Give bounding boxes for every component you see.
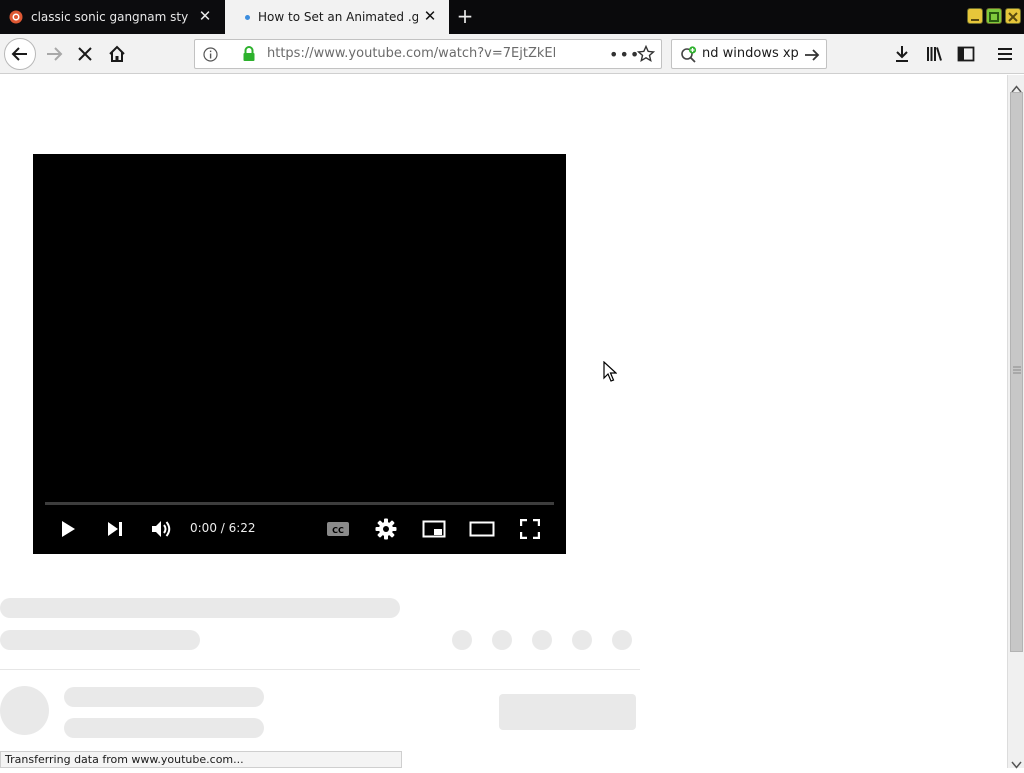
library-button[interactable] — [918, 38, 950, 70]
forward-button[interactable] — [38, 38, 70, 70]
miniplayer-icon — [422, 520, 446, 538]
tab-1-title: classic sonic gangnam style — [31, 10, 189, 24]
minimize-icon[interactable] — [967, 8, 983, 24]
page-content: 0:00 / 6:22 CC — [0, 75, 1007, 768]
url-bar[interactable]: https://www.youtube.com/watch?v=7EjtZkEl… — [194, 39, 662, 69]
search-input[interactable]: nd windows xp — [702, 46, 799, 61]
settings-button[interactable] — [372, 516, 400, 542]
cc-icon: CC — [327, 522, 349, 536]
skip-next-icon — [108, 522, 122, 536]
avatar-placeholder — [0, 686, 49, 735]
tab-1-close-icon[interactable]: ✕ — [198, 9, 212, 24]
captions-button[interactable]: CC — [324, 516, 352, 542]
duckduckgo-favicon-icon — [9, 10, 23, 24]
tab-2-title: How to Set an Animated .gif — [258, 10, 418, 24]
vertical-scrollbar[interactable] — [1007, 75, 1024, 769]
video-progress-bar[interactable] — [45, 502, 554, 505]
play-button[interactable] — [54, 516, 82, 542]
navigation-toolbar: https://www.youtube.com/watch?v=7EjtZkEl… — [0, 34, 1024, 74]
forward-arrow-icon — [47, 47, 63, 61]
close-window-icon[interactable] — [1005, 8, 1021, 24]
fullscreen-icon — [520, 519, 540, 539]
status-bar: Transferring data from www.youtube.com..… — [0, 751, 402, 768]
new-tab-button[interactable]: + — [454, 6, 476, 28]
action-placeholder-4 — [572, 630, 592, 650]
download-icon — [896, 46, 908, 62]
stop-button[interactable] — [69, 38, 101, 70]
video-player[interactable]: 0:00 / 6:22 CC — [33, 154, 566, 554]
theater-mode-icon — [469, 521, 495, 537]
back-arrow-icon — [11, 47, 27, 61]
gear-icon — [375, 518, 397, 540]
section-divider — [0, 669, 640, 670]
action-placeholder-1 — [452, 630, 472, 650]
page-actions-icon[interactable]: ••• — [609, 45, 640, 64]
time-display: 0:00 / 6:22 — [190, 521, 256, 535]
url-text[interactable]: https://www.youtube.com/watch?v=7EjtZkEl — [267, 46, 577, 61]
back-button[interactable] — [4, 38, 36, 70]
tab-loading-icon — [245, 14, 250, 20]
search-bar[interactable]: nd windows xp — [671, 39, 827, 69]
sidebar-icon — [957, 46, 975, 62]
channel-name-placeholder — [64, 687, 264, 707]
tab-strip: classic sonic gangnam style ✕ How to Set… — [0, 0, 1024, 34]
svg-text:CC: CC — [332, 526, 344, 535]
mouse-cursor-icon — [603, 360, 618, 387]
scrollbar-thumb[interactable] — [1010, 92, 1023, 652]
tab-2-close-icon[interactable]: ✕ — [423, 9, 437, 24]
play-icon — [62, 521, 75, 537]
action-placeholder-2 — [492, 630, 512, 650]
volume-icon — [152, 521, 171, 537]
views-placeholder — [0, 630, 200, 650]
action-placeholder-5 — [612, 630, 632, 650]
maximize-icon[interactable] — [986, 8, 1002, 24]
theater-mode-button[interactable] — [468, 516, 496, 542]
channel-subs-placeholder — [64, 718, 264, 738]
info-icon[interactable] — [203, 47, 218, 66]
home-button[interactable] — [101, 38, 133, 70]
action-placeholder-3 — [532, 630, 552, 650]
downloads-button[interactable] — [886, 38, 918, 70]
search-engine-icon[interactable] — [680, 46, 698, 68]
volume-button[interactable] — [148, 516, 176, 542]
search-go-arrow-icon[interactable] — [804, 47, 820, 67]
hamburger-menu-icon — [998, 48, 1012, 60]
tab-1[interactable]: classic sonic gangnam style ✕ — [0, 0, 224, 34]
miniplayer-button[interactable] — [420, 516, 448, 542]
subscribe-placeholder — [499, 694, 636, 730]
fullscreen-button[interactable] — [516, 516, 544, 542]
next-video-button[interactable] — [101, 516, 129, 542]
menu-button[interactable] — [989, 38, 1021, 70]
library-icon — [927, 47, 942, 61]
scroll-down-arrow-icon[interactable] — [1011, 754, 1022, 773]
sidebar-toggle-button[interactable] — [950, 38, 982, 70]
home-icon — [109, 45, 125, 62]
bookmark-star-icon[interactable] — [636, 44, 656, 67]
stop-icon — [78, 47, 92, 61]
tab-2[interactable]: How to Set an Animated .gif ✕ — [225, 0, 449, 34]
title-placeholder — [0, 598, 400, 618]
lock-icon[interactable] — [242, 46, 256, 66]
